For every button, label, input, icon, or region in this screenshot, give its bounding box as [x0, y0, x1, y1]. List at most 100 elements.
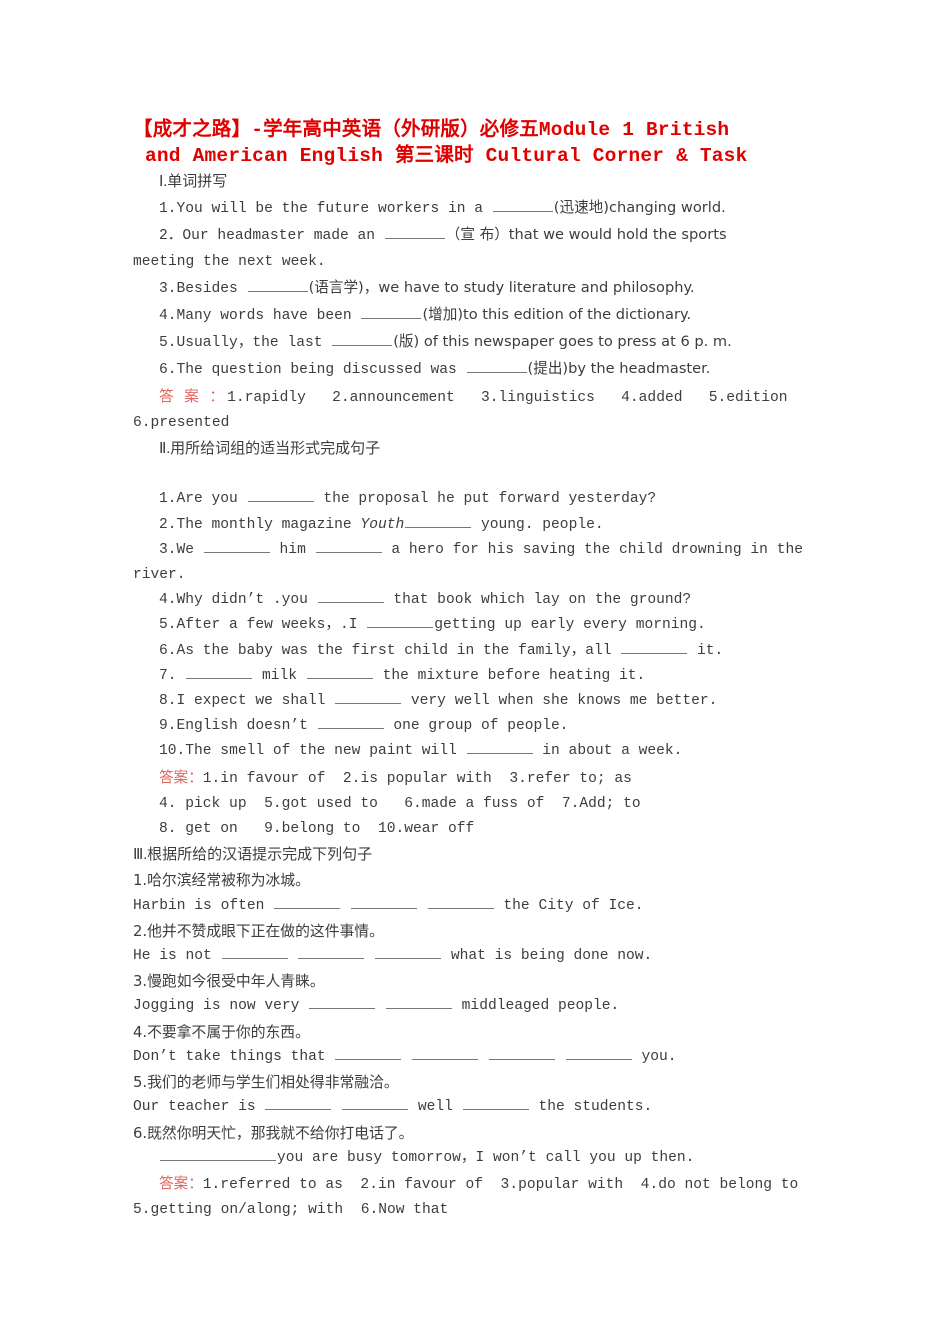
answer-blank[interactable] — [298, 945, 365, 960]
section-1-numeral: Ⅰ. — [159, 174, 168, 190]
answer-blank[interactable] — [375, 945, 442, 960]
question-wrap-line: river. — [133, 567, 186, 584]
question-item: 2．Our headmaster made an （宣 布）that we wo… — [133, 222, 820, 249]
answer-blank[interactable] — [492, 198, 553, 213]
page-title-line1: 【成才之路】-学年高中英语（外研版）必修五Module 1 British — [133, 119, 730, 141]
question-item-cn: 4.不要拿不属于你的东西。 — [133, 1020, 820, 1045]
answer-blank[interactable] — [462, 1096, 529, 1111]
answer-line: 6.presented — [133, 414, 230, 431]
answer-blank[interactable] — [332, 332, 393, 347]
answer-blank[interactable] — [350, 894, 417, 909]
question-number: 5. — [133, 1074, 148, 1092]
question-number: 5. — [159, 335, 177, 352]
answer-blank[interactable] — [488, 1045, 555, 1060]
question-text: Our teacher is — [133, 1099, 265, 1116]
answer-blank[interactable] — [186, 664, 253, 679]
question-number: 4. — [133, 1023, 148, 1041]
question-item: 4.Many words have been (增加)to this editi… — [133, 302, 820, 329]
question-number: 2． — [159, 228, 183, 245]
question-wrap-line: meeting the next week. — [133, 253, 326, 270]
answer-blank[interactable] — [385, 995, 452, 1010]
answer-blank[interactable] — [335, 690, 402, 705]
answer-label: 答案： — [159, 1174, 203, 1192]
question-item-cn: 2.他并不赞成眼下正在做的这件事情。 — [133, 919, 820, 944]
answer-blank[interactable] — [361, 305, 422, 320]
question-number: 6. — [159, 362, 177, 379]
answer-blank[interactable] — [221, 945, 288, 960]
section-3-heading: Ⅲ.根据所给的汉语提示完成下列句子 — [133, 842, 820, 868]
question-text: After a few weeks，.I — [176, 617, 367, 634]
answer-label: 答案： — [159, 768, 203, 786]
answer-blank[interactable] — [306, 664, 373, 679]
document-page: 【成才之路】-学年高中英语（外研版）必修五Module 1 British an… — [0, 0, 950, 1344]
answer-blank[interactable] — [315, 538, 382, 553]
question-item-en: Our teacher is well the students. — [133, 1095, 820, 1120]
question-number: 8. — [159, 693, 177, 710]
answer-blank[interactable] — [621, 639, 688, 654]
answer-blank[interactable] — [466, 359, 527, 374]
answer-line: 4. pick up 5.got used to 6.made a fuss o… — [159, 795, 641, 812]
answer-line: 8. get on 9.belong to 10.wear off — [159, 821, 475, 838]
answer-line: 答案：1.in favour of 2.is popular with 3.re… — [133, 765, 820, 792]
question-text-post: it. — [688, 642, 724, 659]
question-text-post: one group of people. — [384, 718, 569, 735]
question-text: Our headmaster made an — [182, 228, 384, 245]
question-text: We — [176, 541, 203, 558]
question-item: 6.As the baby was the first child in the… — [133, 639, 820, 664]
answer-blank[interactable] — [367, 614, 434, 629]
question-number: 4. — [159, 308, 177, 325]
question-text: English doesn’t — [176, 718, 317, 735]
question-item: 3.Besides (语言学)，we have to study literat… — [133, 275, 820, 302]
question-text-post: the City of Ice. — [494, 897, 644, 914]
question-item: 3.We him a hero for his saving the child… — [133, 538, 820, 563]
question-text-post: (版) of this newspaper goes to press at 6… — [393, 333, 732, 351]
question-item: 10.The smell of the new paint will in ab… — [133, 739, 820, 764]
question-item-en: Harbin is often the City of Ice. — [133, 894, 820, 919]
question-item: 4.Why didn’t .you that book which lay on… — [133, 588, 820, 613]
section-2-heading: Ⅱ.用所给词组的适当形式完成句子 — [133, 436, 820, 462]
question-text-post: the mixture before heating it. — [373, 667, 646, 684]
question-text-post: that book which lay on the ground? — [384, 592, 692, 609]
question-number: 5. — [159, 617, 177, 634]
answer-blank[interactable] — [247, 488, 314, 503]
answer-blank[interactable] — [466, 740, 533, 755]
answer-line: 5.getting on/along; with 6.Now that — [133, 1202, 449, 1219]
question-item-en: Jogging is now very middleaged people. — [133, 994, 820, 1019]
answer-blank[interactable] — [160, 1146, 276, 1161]
answer-blank[interactable] — [335, 1045, 402, 1060]
answer-blank[interactable] — [317, 715, 384, 730]
question-text: He is not — [133, 948, 221, 965]
question-text: Besides — [176, 280, 247, 297]
question-text: Usually，the last — [176, 335, 332, 352]
question-text: You will be the future workers in a — [176, 201, 492, 218]
answer-blank[interactable] — [317, 589, 384, 604]
question-text-post: in about a week. — [533, 743, 683, 760]
question-text-post: the proposal he put forward yesterday? — [314, 491, 657, 508]
answer-blank[interactable] — [405, 513, 472, 528]
answer-label: 答 案 ： — [159, 387, 228, 405]
question-text-cn: 他并不赞成眼下正在做的这件事情。 — [147, 922, 384, 940]
answer-blank[interactable] — [274, 894, 341, 909]
question-text: Why didn’t .you — [176, 592, 317, 609]
answer-blank[interactable] — [342, 1096, 409, 1111]
answer-blank[interactable] — [247, 277, 308, 292]
question-number: 6. — [159, 642, 177, 659]
question-item: 1.You will be the future workers in a (迅… — [133, 195, 820, 222]
question-text-post: you are busy tomorrow，I won’t call you u… — [277, 1149, 695, 1166]
answer-blank[interactable] — [384, 225, 445, 240]
question-text: Many words have been — [176, 308, 361, 325]
answer-blank[interactable] — [565, 1045, 632, 1060]
question-text-post: very well when she knows me better. — [402, 693, 718, 710]
answer-blank[interactable] — [265, 1096, 332, 1111]
question-number: 3. — [133, 973, 148, 991]
question-item-cn: 3.慢跑如今很受中年人青睐。 — [133, 969, 820, 994]
answer-blank[interactable] — [203, 538, 270, 553]
answer-blank[interactable] — [309, 995, 376, 1010]
question-number: 6. — [133, 1124, 148, 1142]
question-text-post: what is being done now. — [442, 948, 653, 965]
question-item-cn: 1.哈尔滨经常被称为冰城。 — [133, 868, 820, 893]
answer-blank[interactable] — [427, 894, 494, 909]
question-text-post: getting up early every morning. — [434, 617, 706, 634]
answer-blank[interactable] — [412, 1045, 479, 1060]
question-text-post: you. — [632, 1048, 677, 1065]
